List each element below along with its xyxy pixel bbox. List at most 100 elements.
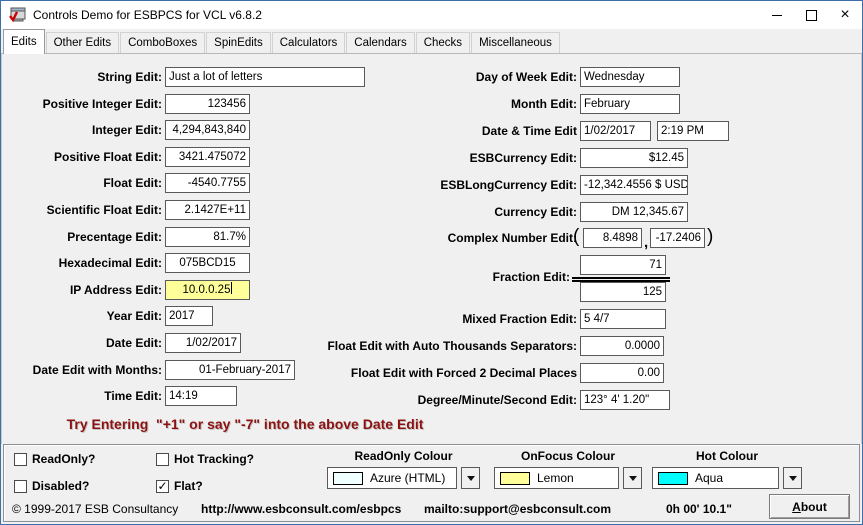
website-link[interactable]: http://www.esbconsult.com/esbpcs <box>201 502 401 516</box>
onfocus-colour-label: OnFocus Colour <box>494 449 642 463</box>
close-button[interactable]: × <box>828 1 862 29</box>
ip-address-edit-input[interactable]: 10.0.0.25 <box>165 280 250 300</box>
checkbox-label-disabled: Disabled? <box>32 479 89 493</box>
hexadecimal-edit-label: Hexadecimal Edit: <box>2 256 162 270</box>
checkbox-box-flat: ✓ <box>156 480 169 493</box>
hot-colour-combobox[interactable]: Aqua <box>652 467 779 489</box>
complex-comma: , <box>644 234 648 251</box>
uptime-timer: 0h 00' 10.1" <box>666 502 732 516</box>
date-edit-with-months-input[interactable]: 01-February-2017 <box>165 360 295 380</box>
float-auto-thousands-label: Float Edit with Auto Thousands Separator… <box>282 339 577 353</box>
window-controls: × <box>760 1 862 29</box>
currency-edit-input[interactable]: DM 12,345.67 <box>580 202 688 222</box>
hot-colour-dropdown-button[interactable] <box>783 467 802 489</box>
float-forced-2dp-label: Float Edit with Forced 2 Decimal Places <box>282 366 577 380</box>
complex-paren-left: ( <box>573 224 579 250</box>
onfocus-colour-combobox[interactable]: Lemon <box>494 467 619 489</box>
text-caret <box>231 282 232 294</box>
tab-checks[interactable]: Checks <box>416 32 470 53</box>
hexadecimal-edit-input[interactable]: 075BCD15 <box>165 253 250 273</box>
positive-float-edit-input[interactable]: 3421.475072 <box>165 147 250 167</box>
checkbox-hot-tracking[interactable]: Hot Tracking? <box>156 452 254 466</box>
readonly-colour-combobox[interactable]: Azure (HTML) <box>327 467 457 489</box>
date-edit-input[interactable]: 1/02/2017 <box>165 333 241 353</box>
checkbox-disabled[interactable]: Disabled? <box>14 479 89 493</box>
onfocus-colour-value: Lemon <box>537 471 574 485</box>
window-title: Controls Demo for ESBPCS for VCL v6.8.2 <box>33 8 262 22</box>
year-edit-input[interactable]: 2017 <box>165 306 213 326</box>
degree-minute-second-edit-label: Degree/Minute/Second Edit: <box>282 393 577 407</box>
currency-edit-label: Currency Edit: <box>282 205 577 219</box>
fraction-edit-denominator-input[interactable]: 125 <box>580 282 666 302</box>
checkbox-label-flat: Flat? <box>174 479 203 493</box>
float-auto-thousands-input[interactable]: 0.0000 <box>580 336 664 356</box>
precentage-edit-label: Precentage Edit: <box>2 230 162 244</box>
close-icon: × <box>840 7 849 23</box>
fraction-edit-label: Fraction Edit: <box>282 270 570 284</box>
bottom-panel: © 1999-2017 ESB Consultancy http://www.e… <box>3 444 860 522</box>
date-edit-label: Date Edit: <box>2 336 162 350</box>
maximize-button[interactable] <box>794 1 828 29</box>
checkbox-box-disabled <box>14 480 27 493</box>
checkbox-flat[interactable]: ✓ Flat? <box>156 479 203 493</box>
tab-page-edits: Try Entering "+1" or say "-7" into the a… <box>1 54 862 444</box>
esblongcurrency-edit-label: ESBLongCurrency Edit: <box>282 178 577 192</box>
esbcurrency-edit-input[interactable]: $12.45 <box>580 148 688 168</box>
positive-integer-edit-input[interactable]: 123456 <box>165 94 250 114</box>
tab-other-edits[interactable]: Other Edits <box>46 32 120 53</box>
onfocus-colour-swatch <box>500 472 530 485</box>
time-edit-input[interactable]: 14:19 <box>165 386 237 406</box>
tab-miscellaneous[interactable]: Miscellaneous <box>471 32 560 53</box>
degree-minute-second-edit-input[interactable]: 123° 4' 1.20" <box>580 390 670 410</box>
chevron-down-icon <box>629 476 637 481</box>
month-edit-input[interactable]: February <box>580 94 680 114</box>
checkbox-label-hot-tracking: Hot Tracking? <box>174 452 254 466</box>
checkbox-label-readonly: ReadOnly? <box>32 452 95 466</box>
integer-edit-input[interactable]: 4,294,843,840 <box>165 120 250 140</box>
positive-float-edit-label: Positive Float Edit: <box>2 150 162 164</box>
fraction-edit-numerator-input[interactable]: 71 <box>580 255 666 275</box>
tab-bar: EditsOther EditsComboBoxesSpinEditsCalcu… <box>1 29 862 54</box>
mailto-link[interactable]: mailto:support@esbconsult.com <box>424 502 611 516</box>
tab-calculators[interactable]: Calculators <box>272 32 346 53</box>
minimize-icon <box>772 15 782 16</box>
float-forced-2dp-input[interactable]: 0.00 <box>580 363 664 383</box>
complex-number-edit-real-input[interactable]: 8.4898 <box>583 228 642 248</box>
day-of-week-edit-input[interactable]: Wednesday <box>580 67 680 87</box>
esbcurrency-edit-label: ESBCurrency Edit: <box>282 151 577 165</box>
chevron-down-icon <box>789 476 797 481</box>
about-button[interactable]: About <box>769 494 850 519</box>
chevron-down-icon <box>467 476 475 481</box>
day-of-week-edit-label: Day of Week Edit: <box>282 70 577 84</box>
readonly-colour-label: ReadOnly Colour <box>327 449 480 463</box>
minimize-button[interactable] <box>760 1 794 29</box>
esblongcurrency-edit-input[interactable]: -12,342.4556 $ USD <box>580 175 688 195</box>
instruction-text: Try Entering "+1" or say "-7" into the a… <box>2 416 488 432</box>
app-window: Controls Demo for ESBPCS for VCL v6.8.2 … <box>0 0 863 525</box>
scientific-float-edit-input[interactable]: 2.1427E+11 <box>165 200 250 220</box>
ip-address-edit-label: IP Address Edit: <box>2 283 162 297</box>
precentage-edit-input[interactable]: 81.7% <box>165 227 250 247</box>
tab-comboboxes[interactable]: ComboBoxes <box>120 32 205 53</box>
tab-edits[interactable]: Edits <box>3 29 45 54</box>
float-edit-input[interactable]: -4540.7755 <box>165 173 250 193</box>
complex-paren-right: ) <box>707 224 713 250</box>
onfocus-colour-dropdown-button[interactable] <box>623 467 642 489</box>
titlebar: Controls Demo for ESBPCS for VCL v6.8.2 … <box>1 1 862 29</box>
time-edit-label: Time Edit: <box>2 389 162 403</box>
month-edit-label: Month Edit: <box>282 97 577 111</box>
readonly-colour-value: Azure (HTML) <box>370 471 445 485</box>
date-time-edit-label: Date & Time Edit <box>282 124 577 138</box>
tab-calendars[interactable]: Calendars <box>346 32 414 53</box>
date-time-edit-date-input[interactable]: 1/02/2017 <box>580 121 651 141</box>
checkbox-readonly[interactable]: ReadOnly? <box>14 452 95 466</box>
hot-colour-value: Aqua <box>695 471 723 485</box>
tab-spinedits[interactable]: SpinEdits <box>206 32 271 53</box>
complex-number-edit-imaginary-input[interactable]: -17.2406 <box>650 228 705 248</box>
readonly-colour-dropdown-button[interactable] <box>461 467 480 489</box>
integer-edit-label: Integer Edit: <box>2 123 162 137</box>
fraction-bar <box>572 277 670 282</box>
date-time-edit-time-input[interactable]: 2:19 PM <box>657 121 729 141</box>
copyright-text: © 1999-2017 ESB Consultancy <box>12 502 178 516</box>
mixed-fraction-edit-input[interactable]: 5 4/7 <box>580 309 666 329</box>
